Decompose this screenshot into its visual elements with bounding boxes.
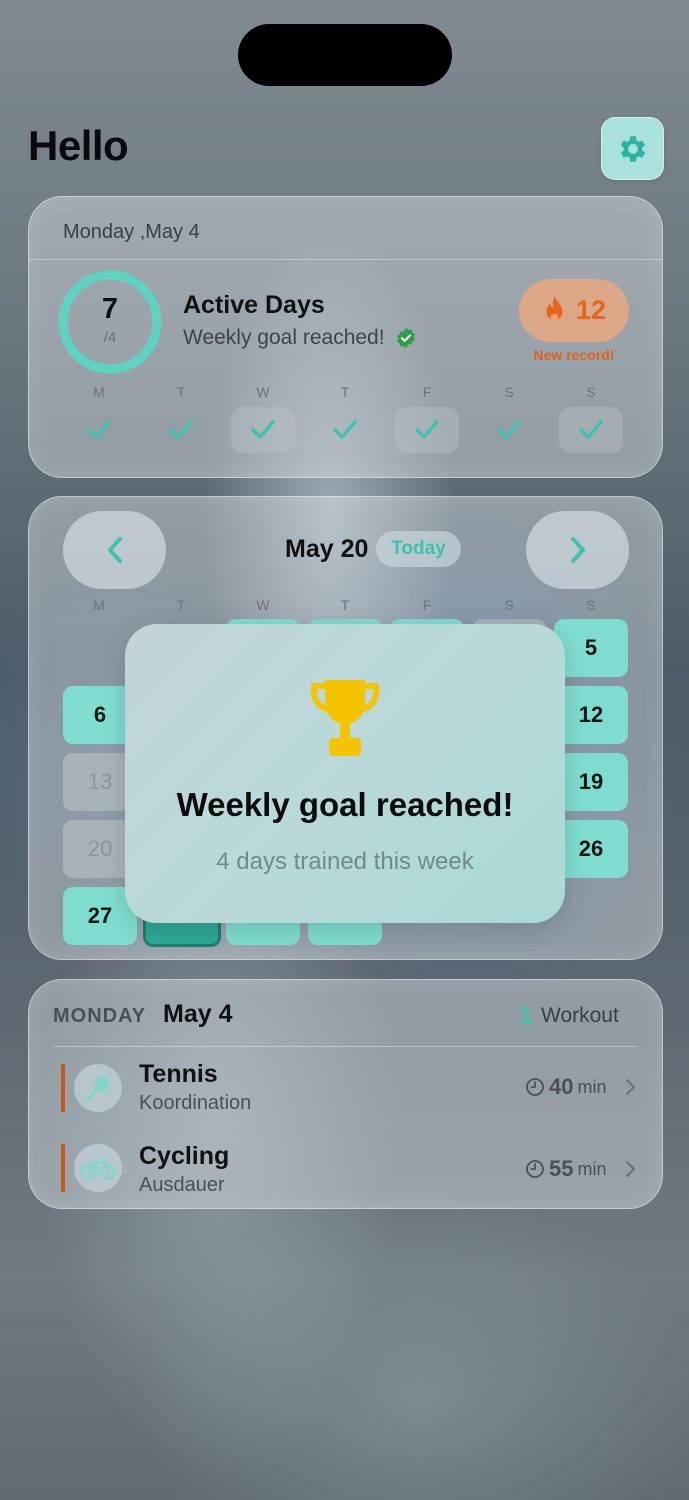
calendar-day[interactable]: 5 (554, 619, 628, 677)
weekday-label: T (176, 384, 186, 400)
checkmark-icon (169, 420, 193, 439)
weekday-label: M (93, 384, 105, 400)
day-detail-card: MONDAY May 4 1 Workout Tennis Koordinati… (28, 979, 663, 1209)
day-check (231, 407, 295, 453)
day-check (395, 407, 459, 453)
calendar-weekday-label: F (422, 597, 432, 613)
bicycle-icon (80, 1157, 116, 1180)
workout-count-label: Workout (541, 1004, 619, 1027)
workout-name: Tennis (139, 1060, 218, 1088)
workout-duration: 40 min (525, 1074, 607, 1100)
calendar-weekday-label: M (93, 597, 105, 613)
clock-icon (526, 1078, 544, 1096)
summary-date: Monday ,May 4 (63, 221, 200, 243)
chevron-right-icon (570, 537, 585, 563)
workout-icon (74, 1144, 122, 1192)
weekly-summary-card: Monday ,May 4 7 /4 Active Days Weekly go… (28, 196, 663, 478)
clock-icon (526, 1160, 544, 1178)
weekday-label: F (422, 384, 432, 400)
weekday-label: W (256, 384, 270, 400)
active-days-title: Active Days (183, 291, 325, 319)
today-button[interactable]: Today (376, 531, 461, 567)
checkmark-icon (251, 420, 275, 439)
weekday-label: S (504, 384, 514, 400)
verified-check-icon (396, 327, 415, 349)
trophy-icon (311, 680, 379, 756)
new-record-label: New record! (533, 347, 615, 363)
active-days-goal: /4 (103, 329, 117, 346)
day-check (313, 407, 377, 453)
workout-category: Koordination (139, 1092, 252, 1114)
workout-color-bar (61, 1144, 65, 1192)
day-check (477, 407, 541, 453)
workout-name: Cycling (139, 1142, 230, 1170)
workout-color-bar (61, 1064, 65, 1112)
calendar-day[interactable]: 12 (554, 686, 628, 744)
goal-status-text: Weekly goal reached! (183, 326, 385, 349)
previous-month-button[interactable] (63, 511, 166, 589)
day-check (67, 407, 131, 453)
divider (29, 259, 662, 260)
duration-value: 55 (549, 1156, 574, 1181)
calendar-weekday-label: T (340, 597, 350, 613)
calendar-day[interactable]: 19 (554, 753, 628, 811)
calendar-weekday-label: S (504, 597, 514, 613)
workout-duration: 55 min (525, 1156, 607, 1182)
settings-button[interactable] (601, 117, 664, 180)
workout-count: 1 (519, 1002, 533, 1030)
duration-value: 40 (549, 1074, 574, 1099)
popup-subtitle: 4 days trained this week (216, 848, 474, 875)
divider (53, 1046, 638, 1047)
duration-unit: min (577, 1076, 607, 1097)
calendar-weekday-label: T (176, 597, 186, 613)
day-check (149, 407, 213, 453)
gear-icon (620, 135, 645, 162)
chevron-right-icon (626, 1161, 635, 1177)
popup-title: Weekly goal reached! (176, 786, 514, 823)
active-days-count: 7 (101, 293, 119, 325)
goal-status: Weekly goal reached! (183, 326, 417, 350)
day-check (559, 407, 623, 453)
calendar-weekday-label: S (586, 597, 596, 613)
detail-date: May 4 (163, 1000, 233, 1028)
next-month-button[interactable] (526, 511, 629, 589)
workout-category: Ausdauer (139, 1174, 225, 1196)
weekday-label: S (586, 384, 596, 400)
flame-icon (546, 295, 563, 321)
streak-badge[interactable]: 12 (519, 279, 629, 342)
chevron-left-icon (107, 537, 122, 563)
weekday-label: T (340, 384, 350, 400)
workout-icon (74, 1064, 122, 1112)
detail-weekday: MONDAY (53, 1005, 147, 1027)
calendar-weekday-label: W (256, 597, 270, 613)
checkmark-icon (333, 420, 357, 439)
calendar-day[interactable]: 26 (554, 820, 628, 878)
goal-reached-popup[interactable]: Weekly goal reached! 4 days trained this… (125, 624, 565, 923)
checkmark-icon (87, 420, 111, 439)
duration-unit: min (577, 1158, 607, 1179)
dynamic-island (238, 24, 452, 86)
checkmark-icon (579, 420, 603, 439)
chevron-right-icon (626, 1079, 635, 1095)
page-title: Hello (28, 122, 129, 169)
month-title: May 20 (285, 535, 369, 563)
tennis-racket-icon (86, 1076, 110, 1101)
checkmark-icon (497, 420, 521, 439)
streak-count: 12 (575, 295, 607, 325)
checkmark-icon (415, 420, 439, 439)
